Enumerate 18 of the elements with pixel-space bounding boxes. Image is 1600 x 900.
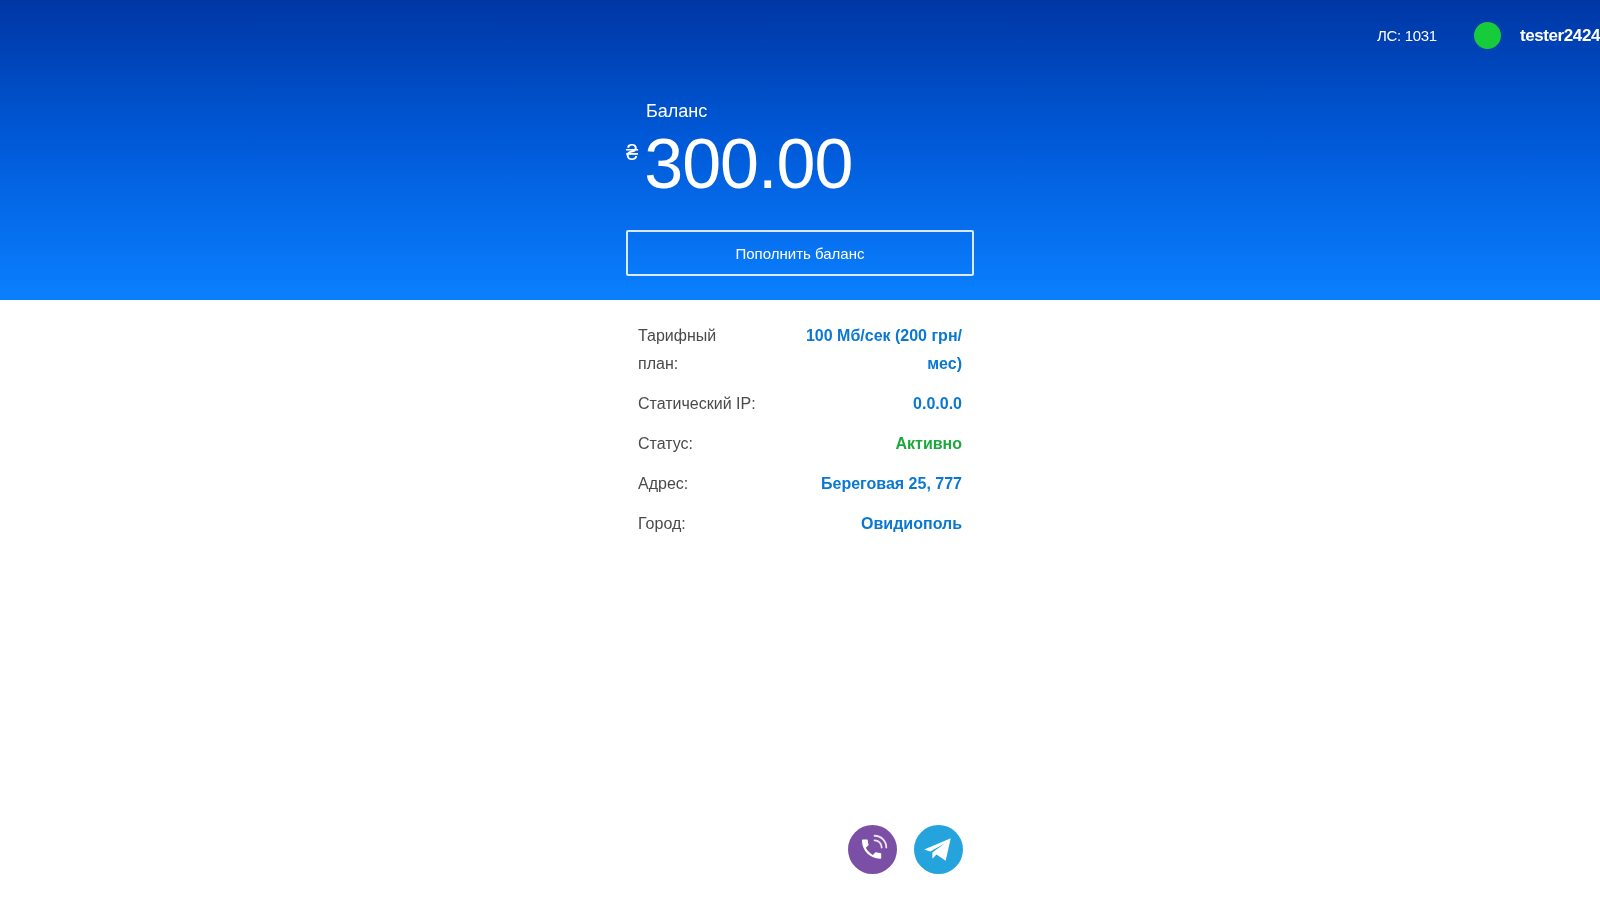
detail-label: Адрес: <box>638 474 689 494</box>
balance-amount: 300.00 <box>644 124 853 204</box>
detail-label: Тарифный план: <box>638 326 718 374</box>
detail-value: 0.0.0.0 <box>913 394 962 414</box>
account-number: ЛС: 1031 <box>1376 27 1437 44</box>
top-up-button[interactable]: Пополнить баланс <box>626 230 974 276</box>
paper-plane-icon[interactable] <box>914 825 963 874</box>
phone-icon[interactable] <box>848 825 897 874</box>
currency-sign: ₴ <box>626 140 639 166</box>
balance-label: Баланс <box>646 101 708 122</box>
detail-value: Овидиополь <box>861 514 962 534</box>
detail-value: Активно <box>895 434 962 454</box>
detail-label: Город: <box>638 514 686 534</box>
detail-label: Статический IP: <box>638 394 756 414</box>
detail-label: Статус: <box>638 434 694 454</box>
detail-value: 100 Мб/сек (200 грн/мес) <box>804 326 962 374</box>
detail-value: Береговая 25, 777 <box>821 474 962 494</box>
username[interactable]: tester2424 <box>1519 25 1600 46</box>
